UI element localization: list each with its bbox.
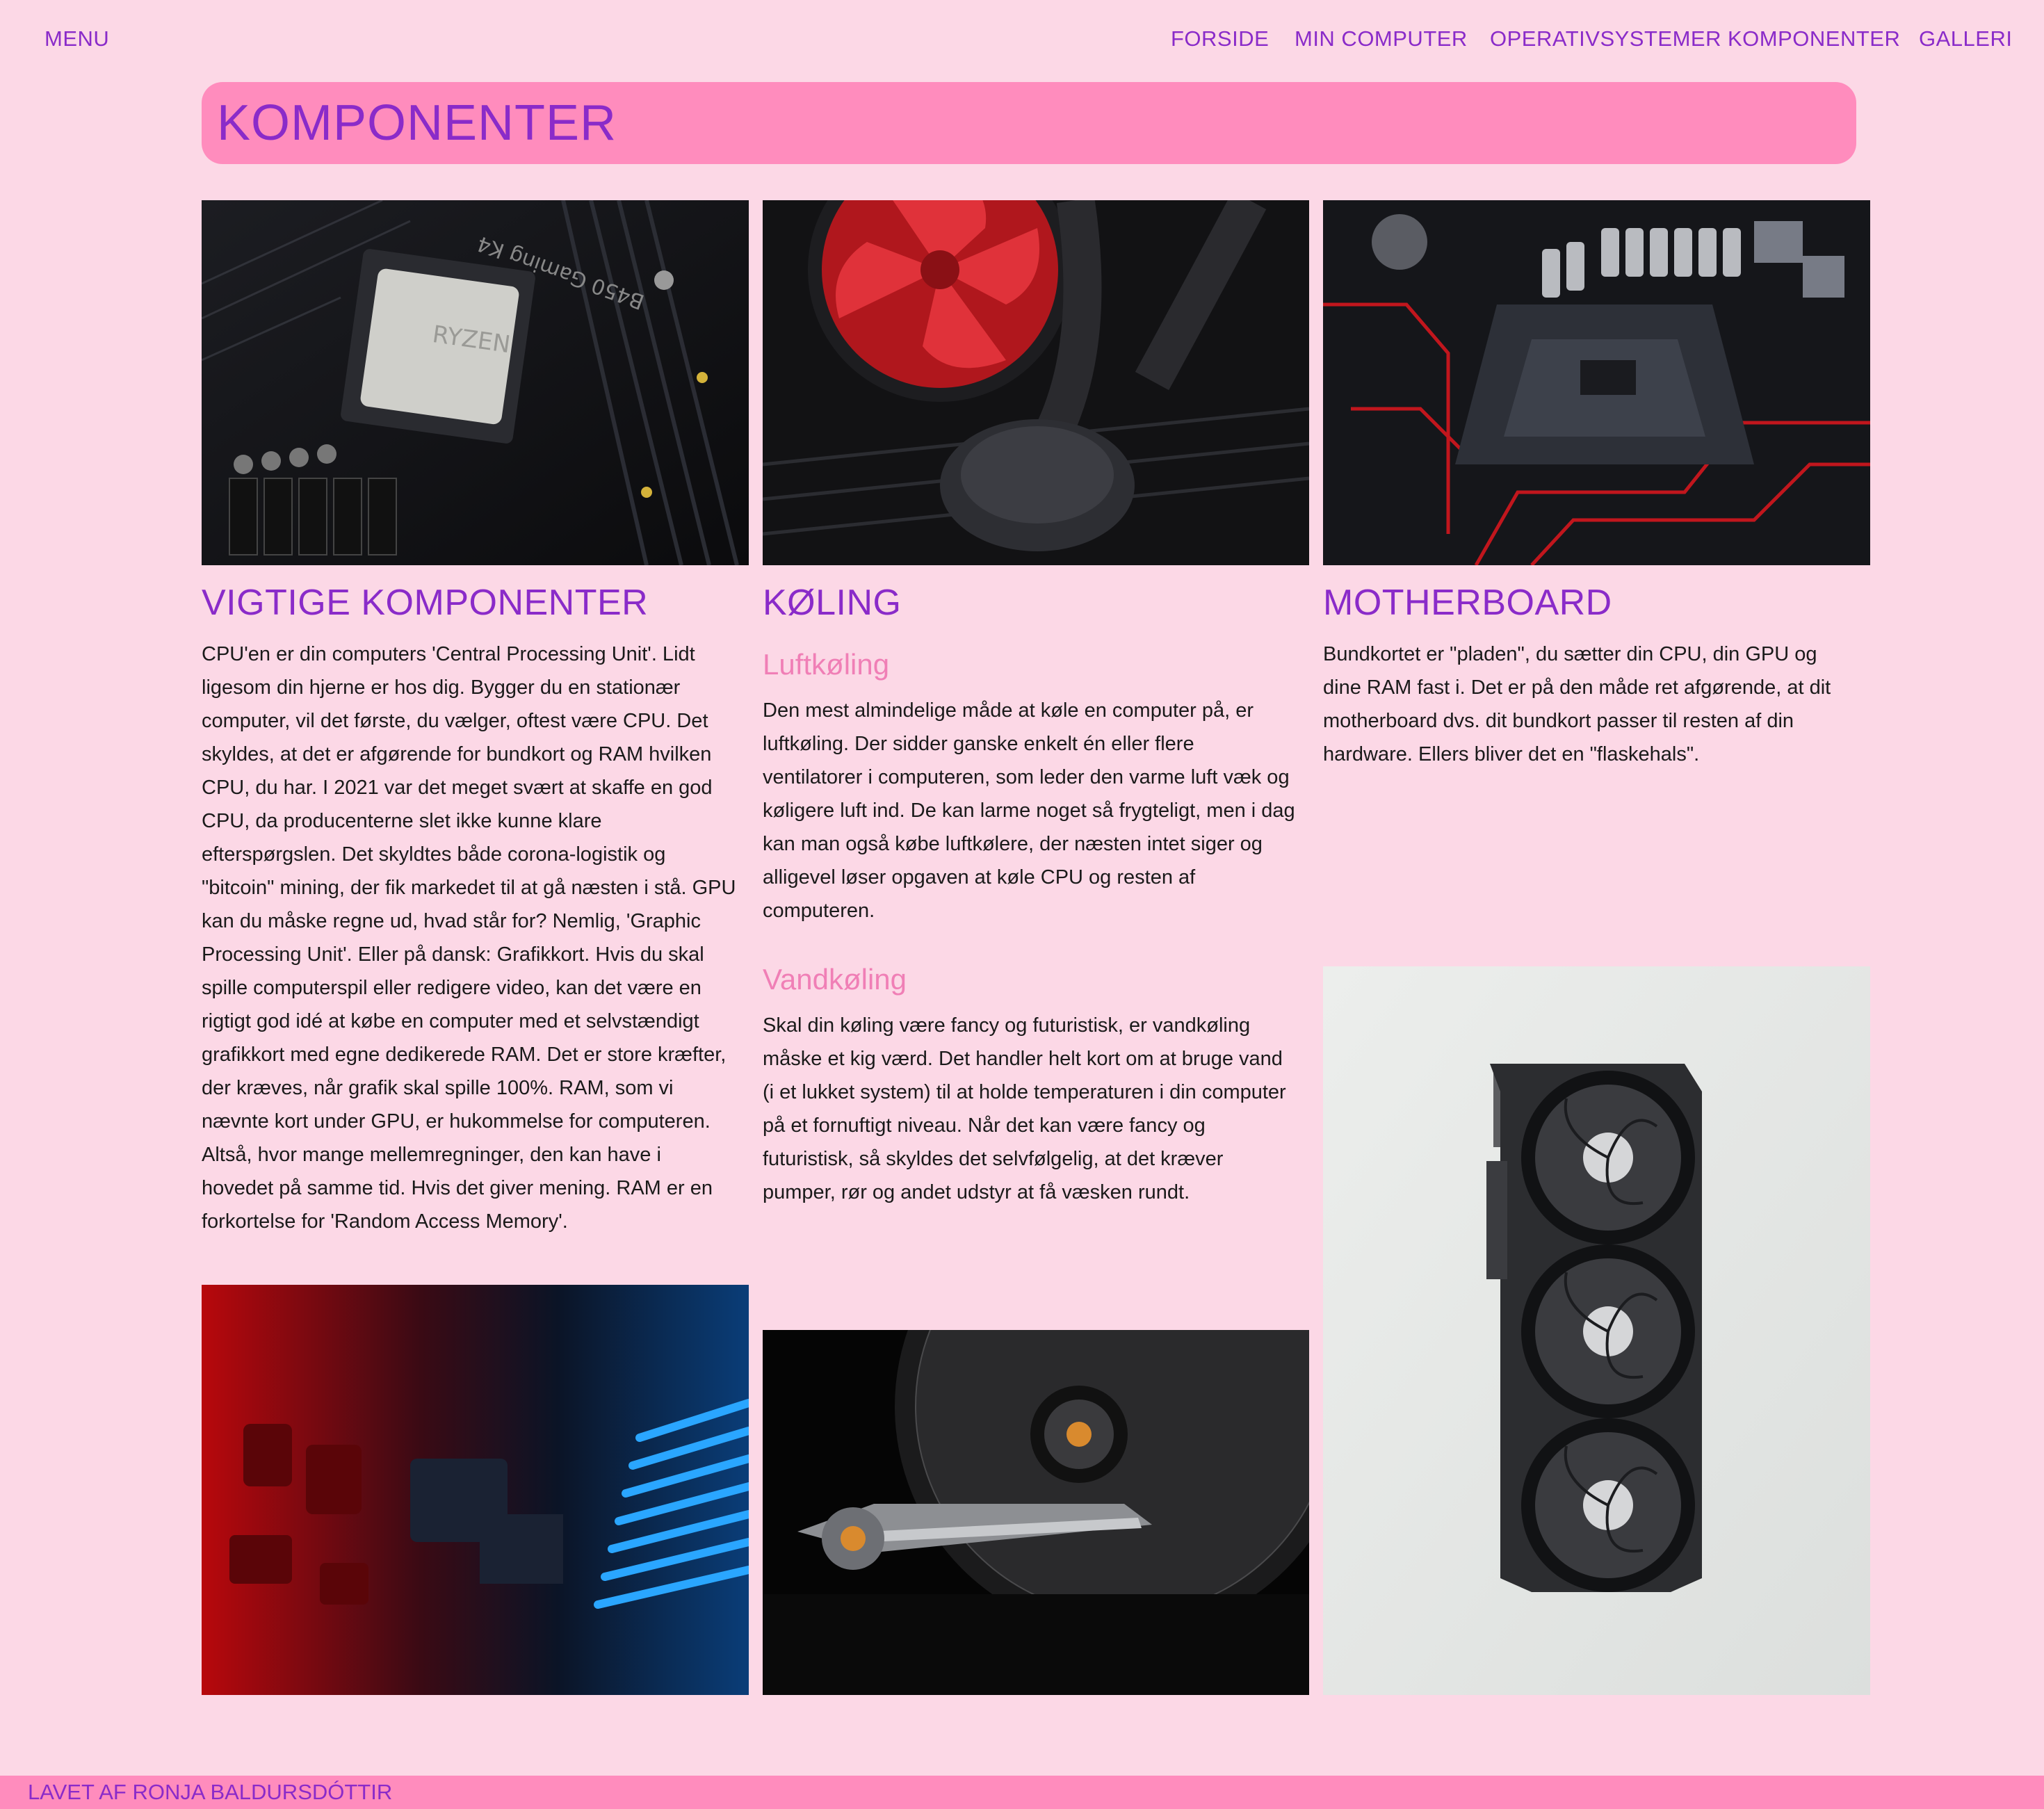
graphics-card-photo	[1323, 966, 1870, 1695]
ryzen-cpu-photo: RYZEN B450 Gaming K4	[202, 200, 749, 565]
vandkoling-text: Skal din køling være fancy og futuristis…	[763, 1014, 1286, 1203]
motherboard-text: Bundkortet er "pladen", du sætter din CP…	[1323, 643, 1831, 765]
nav-item-forside[interactable]: FORSIDE	[1171, 26, 1269, 51]
nav-item-komponenter[interactable]: KOMPONENTER	[1728, 26, 1900, 51]
page-title-banner: KOMPONENTER	[202, 82, 1856, 164]
page-title: KOMPONENTER	[217, 95, 617, 151]
hard-drive-photo	[763, 1330, 1309, 1695]
cpu-cooler-photo	[763, 200, 1309, 565]
menu-link[interactable]: MENU	[44, 26, 109, 51]
footer: LAVET AF RONJA BALDURSDÓTTIR	[0, 1776, 2044, 1809]
vigtige-komponenter-text: CPU'en er din computers 'Central Process…	[202, 643, 736, 1233]
luftkoling-text: Den mest almindelige måde at køle en com…	[763, 699, 1295, 922]
circuit-board-photo	[202, 1285, 749, 1695]
nav-item-operativsystemer[interactable]: OPERATIVSYSTEMER	[1490, 26, 1721, 51]
heading-motherboard: MOTHERBOARD	[1323, 583, 1612, 623]
top-navigation: MENU FORSIDE MIN COMPUTER OPERATIVSYSTEM…	[0, 0, 2044, 80]
motherboard-socket-photo	[1323, 200, 1870, 565]
heading-koling: KØLING	[763, 583, 902, 623]
nav-item-min-computer[interactable]: MIN COMPUTER	[1295, 26, 1468, 51]
nav-item-galleri[interactable]: GALLERI	[1919, 26, 2012, 51]
subheading-luftkoling: Luftkøling	[763, 648, 890, 681]
footer-credit: LAVET AF RONJA BALDURSDÓTTIR	[28, 1780, 393, 1804]
heading-vigtige-komponenter: VIGTIGE KOMPONENTER	[202, 583, 649, 623]
subheading-vandkoling: Vandkøling	[763, 963, 907, 996]
